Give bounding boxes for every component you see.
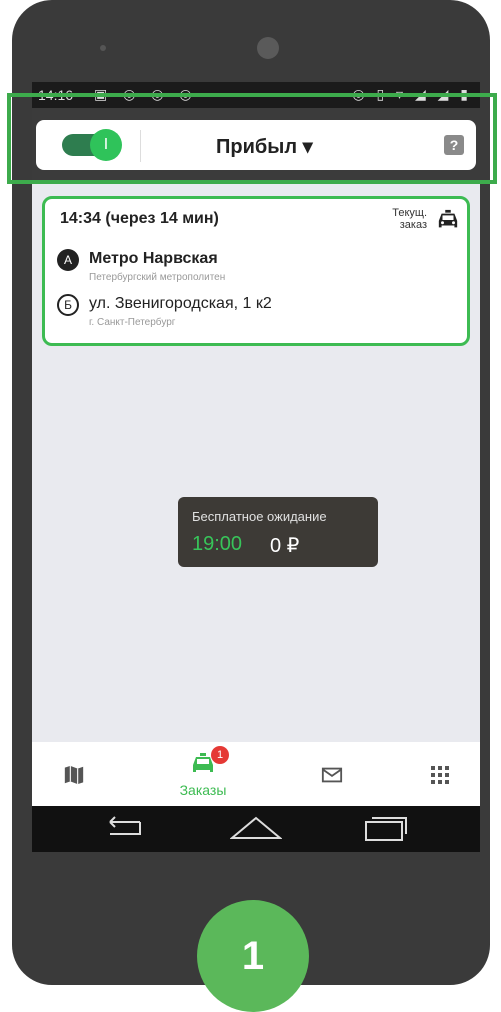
home-icon[interactable] bbox=[230, 814, 282, 844]
nav-apps[interactable] bbox=[420, 742, 460, 806]
recent-apps-icon[interactable] bbox=[362, 814, 410, 844]
bottom-navigation: 1 Заказы bbox=[32, 742, 480, 806]
point-b-subtitle: г. Санкт-Петербург bbox=[89, 317, 176, 328]
point-b-title: ул. Звенигородская, 1 к2 bbox=[89, 295, 272, 312]
highlight-frame bbox=[7, 93, 497, 184]
nav-map[interactable] bbox=[54, 742, 94, 806]
current-order-label: Текущ. заказ bbox=[367, 207, 427, 231]
pickup-time: 14:34 (через 14 мин) bbox=[60, 210, 219, 227]
orders-label: Заказы bbox=[179, 782, 227, 798]
speaker bbox=[100, 45, 106, 51]
point-a-subtitle: Петербургский метрополитен bbox=[89, 272, 226, 283]
step-number-badge: 1 bbox=[197, 900, 309, 1012]
grid-icon bbox=[431, 766, 449, 784]
map-icon bbox=[64, 765, 84, 785]
waiting-price: 0 ₽ bbox=[270, 535, 300, 557]
taxi-icon bbox=[438, 209, 458, 228]
envelope-icon bbox=[321, 767, 343, 783]
nav-orders[interactable]: 1 Заказы bbox=[168, 742, 238, 806]
point-a-marker: А bbox=[57, 249, 79, 271]
waiting-label: Бесплатное ожидание bbox=[192, 509, 327, 524]
nav-messages[interactable] bbox=[312, 742, 352, 806]
orders-badge: 1 bbox=[211, 746, 229, 764]
free-waiting-panel: Бесплатное ожидание 19:00 0 ₽ bbox=[178, 497, 378, 567]
system-navigation-bar bbox=[32, 806, 480, 852]
point-b-marker: Б bbox=[57, 294, 79, 316]
back-icon[interactable] bbox=[100, 814, 148, 844]
point-a-title: Метро Нарвская bbox=[89, 250, 218, 267]
front-camera bbox=[257, 37, 279, 59]
phone-screen: 14:16 ▣ ◎ ◎ ◎ ◎ ▯ ▿ ◢ ◢ ▮ I Прибыл ▾ ? 1… bbox=[32, 82, 480, 852]
current-order-label-line2: заказ bbox=[399, 219, 427, 231]
current-order-label-line1: Текущ. bbox=[392, 207, 427, 219]
current-order-card[interactable]: 14:34 (через 14 мин) Текущ. заказ А Метр… bbox=[42, 196, 470, 346]
waiting-timer: 19:00 bbox=[192, 533, 243, 555]
